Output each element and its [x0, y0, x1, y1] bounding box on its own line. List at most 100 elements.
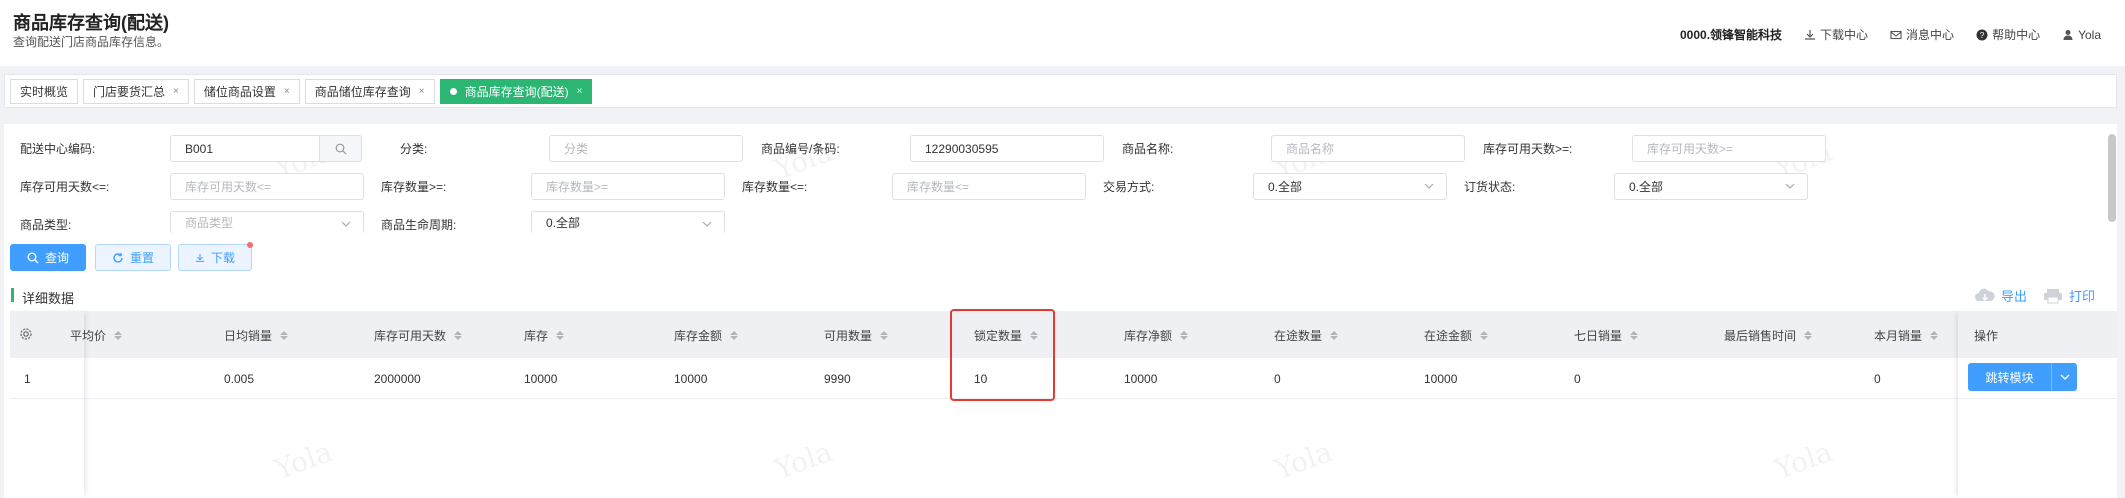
sort-icon[interactable] [556, 331, 565, 340]
cloud-download-icon [1975, 288, 1995, 301]
user-name: Yola [2078, 27, 2101, 42]
column-label: 本月销量 [1874, 329, 1923, 343]
dc-code-search-button[interactable] [320, 135, 362, 162]
table-cell: 10000 [1124, 372, 1158, 386]
chevron-down-icon [341, 221, 351, 227]
column-header[interactable]: 日均销量 [224, 327, 289, 344]
close-icon[interactable]: × [577, 86, 583, 97]
company-name: 0000.领锋智能科技 [1680, 28, 1783, 42]
watermark: Yola [770, 434, 837, 487]
days-lte-input[interactable]: 库存可用天数<= [170, 173, 364, 200]
sort-icon[interactable] [114, 331, 122, 340]
jump-module-button[interactable]: 跳转模块 [1968, 363, 2077, 391]
reset-button[interactable]: 重置 [95, 244, 171, 271]
tab-label: 商品储位库存查询 [314, 84, 411, 99]
sort-icon[interactable] [280, 331, 289, 340]
column-header[interactable]: 库存净额 [1124, 327, 1189, 344]
trade-method-select[interactable]: 0.全部 [1253, 173, 1447, 200]
table-cell: 2000000 [374, 372, 421, 386]
jump-module-dropdown[interactable] [2051, 363, 2077, 391]
close-icon[interactable]: × [173, 86, 179, 97]
table-cell: 0 [1274, 372, 1281, 386]
column-header[interactable]: 库存金额 [674, 327, 739, 344]
lifecycle-label: 商品生命周期: [381, 218, 457, 232]
sort-icon[interactable] [1180, 331, 1189, 340]
column-label: 库存金额 [674, 329, 723, 343]
tab-label: 储位商品设置 [203, 84, 276, 99]
download-button[interactable]: 下载 [178, 242, 253, 271]
column-label: 在途金额 [1424, 329, 1473, 343]
sku-input[interactable]: 12290030595 [910, 135, 1104, 162]
column-header[interactable]: 库存 [524, 327, 565, 344]
column-label: 库存净额 [1124, 329, 1173, 343]
help-center-link[interactable]: ? 帮助中心 [1976, 26, 2040, 43]
sort-icon[interactable] [1330, 331, 1339, 340]
order-status-select[interactable]: 0.全部 [1614, 173, 1808, 200]
column-label: 可用数量 [824, 329, 873, 343]
column-header[interactable]: 本月销量 [1874, 327, 1939, 344]
download-center-link[interactable]: 下载中心 [1804, 26, 1868, 43]
tab-location-stock-query[interactable]: 商品储位库存查询 × [304, 78, 435, 104]
download-center-label: 下载中心 [1820, 28, 1869, 42]
sort-icon[interactable] [1804, 331, 1813, 340]
column-header[interactable]: 库存可用天数 [374, 327, 463, 344]
table-cell: 10000 [1424, 372, 1458, 386]
table-cell: 10 [974, 372, 988, 386]
query-button-label: 查询 [44, 251, 69, 265]
column-header[interactable]: 锁定数量 [974, 327, 1039, 344]
watermark: Yola [270, 434, 337, 487]
days-gte-input[interactable]: 库存可用天数>= [1632, 135, 1826, 162]
days-gte-label: 库存可用天数>=: [1483, 142, 1573, 156]
sort-icon[interactable] [730, 331, 739, 340]
tab-label: 门店要货汇总 [93, 84, 166, 99]
sort-icon[interactable] [880, 331, 889, 340]
qty-gte-label: 库存数量>=: [381, 180, 447, 194]
table-row[interactable]: 1 0.005 2000000 10000 10000 9990 10 1000… [10, 358, 2117, 399]
message-center-link[interactable]: 消息中心 [1890, 26, 1954, 43]
printer-icon [2044, 288, 2062, 303]
column-header[interactable]: 在途数量 [1274, 327, 1339, 344]
sort-icon[interactable] [1030, 331, 1039, 340]
export-button[interactable]: 导出 [1974, 286, 2027, 305]
trade-method-value: 0.全部 [1268, 180, 1303, 194]
column-label: 库存 [524, 329, 549, 343]
product-type-select[interactable]: 商品类型 [170, 211, 364, 233]
tab-label: 商品库存查询(配送) [464, 84, 569, 99]
tab-realtime-overview[interactable]: 实时概览 [10, 78, 79, 104]
vertical-scrollbar[interactable] [2108, 134, 2116, 222]
sort-icon[interactable] [1480, 331, 1489, 340]
lifecycle-select[interactable]: 0.全部 [531, 211, 725, 233]
sort-icon[interactable] [454, 331, 463, 340]
category-input[interactable]: 分类 [549, 135, 743, 162]
sort-icon[interactable] [1630, 331, 1639, 340]
tab-store-request-summary[interactable]: 门店要货汇总 × [83, 78, 189, 104]
column-header[interactable]: 可用数量 [824, 327, 889, 344]
table-cell: 10000 [524, 372, 558, 386]
header-actions: 0000.领锋智能科技 下载中心 消息中心 ? 帮助中心 Yola [1680, 26, 2101, 43]
query-button[interactable]: 查询 [10, 244, 86, 271]
column-header[interactable]: 最后销售时间 [1724, 327, 1813, 344]
table-cell: 0.005 [224, 372, 255, 386]
table-header: 移动平均价 日均销量 库存可用天数 库存 库存金额 可用数量 锁定数量 库存净 [10, 311, 2117, 358]
qty-lte-input[interactable]: 库存数量<= [892, 173, 1086, 200]
user-menu[interactable]: Yola [2062, 28, 2101, 42]
print-label: 打印 [2069, 289, 2096, 304]
qty-gte-input[interactable]: 库存数量>= [531, 173, 725, 200]
page-subtitle: 查询配送门店商品库存信息。 [13, 35, 170, 49]
close-icon[interactable]: × [419, 86, 425, 97]
sort-icon[interactable] [1930, 331, 1939, 340]
tab-stock-query-delivery[interactable]: 商品库存查询(配送) × [439, 78, 593, 104]
column-header[interactable]: 在途金额 [1424, 327, 1489, 344]
table-cell: 0 [1874, 372, 1881, 386]
tab-location-product-settings[interactable]: 储位商品设置 × [193, 78, 300, 104]
print-button[interactable]: 打印 [2042, 286, 2095, 305]
column-header[interactable]: 七日销量 [1574, 327, 1639, 344]
close-icon[interactable]: × [284, 86, 290, 97]
dc-code-input[interactable]: B001 [170, 135, 320, 162]
active-dot-icon [449, 87, 457, 95]
product-name-label: 商品名称: [1122, 142, 1174, 156]
product-name-input[interactable]: 商品名称 [1271, 135, 1465, 162]
table-cell: 0 [1574, 372, 1581, 386]
user-icon [2063, 29, 2073, 40]
watermark: Yola [1770, 434, 1837, 487]
